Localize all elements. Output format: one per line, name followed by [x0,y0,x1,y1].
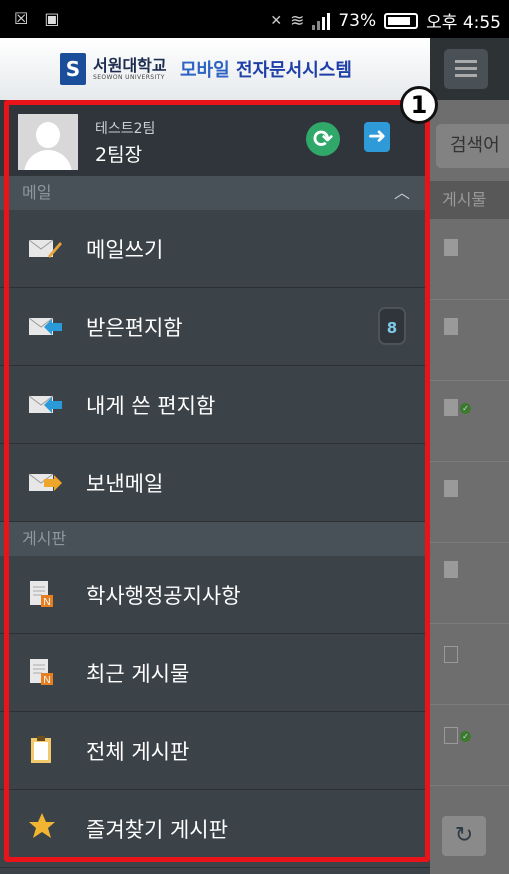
app-title: 모바일 전자문서시스템 [180,60,352,81]
wifi-icon: ≋ [290,10,305,31]
menu-item-inbox[interactable]: 받은편지함 8 [0,288,430,366]
svg-text:N: N [43,675,50,686]
menu-item-favorite-boards[interactable]: 즐겨찾기 게시판 [0,790,430,868]
column-header: 게시물 [430,181,509,219]
refresh-button[interactable]: ↻ [442,816,486,856]
notification-icon: ☒ [14,9,29,28]
notice-doc-icon: N [30,581,53,608]
document-icon [444,318,458,335]
avatar [18,114,78,170]
annotation-number: 1 [400,86,438,124]
signal-icon [312,12,331,30]
document-icon [444,646,458,663]
document-icon [444,727,458,744]
clock: 오후 4:55 [426,13,501,33]
list-item[interactable] [430,462,509,543]
sent-mail-icon [28,473,62,491]
university-name: 서원대학교 [93,56,167,75]
compose-mail-icon [28,239,62,258]
menu-item-recent-posts[interactable]: N 최근 게시물 [0,634,430,712]
menu-item-academic-notice[interactable]: N 학사행정공지사항 [0,556,430,634]
document-icon [444,480,458,497]
list-item[interactable] [430,219,509,300]
document-icon [444,561,458,578]
star-icon [29,813,55,838]
svg-text:N: N [43,597,50,608]
document-icon [444,399,458,416]
status-bar: ☒ ▣ ✕ ≋ 73% 오후 4:55 [0,0,509,38]
profile-header: 테스트2팀 2팀장 ⟳ ➜ [0,100,430,176]
menu-item-sent-mail[interactable]: 보낸메일 [0,444,430,522]
check-icon: ✓ [460,403,471,414]
battery-icon [384,12,419,29]
menu-item-compose-mail[interactable]: 메일쓰기 [0,210,430,288]
app-header: S 서원대학교 SEOWON UNIVERSITY 모바일 전자문서시스템 [0,38,430,100]
battery-percent: 73% [338,10,377,31]
inbox-icon [28,317,62,335]
mute-icon: ✕ [270,12,283,29]
list-item[interactable] [430,624,509,705]
navigation-drawer: 테스트2팀 2팀장 ⟳ ➜ 메일 ︿ 메일쓰기 받은편지함 8 내게 쓴 편지함 [0,100,430,874]
menu-item-self-mail[interactable]: 내게 쓴 편지함 [0,366,430,444]
clipboard-icon [31,736,51,763]
chevron-up-icon[interactable]: ︿ [394,176,410,210]
recent-doc-icon: N [30,659,53,686]
list-item[interactable]: ✓ [430,705,509,786]
image-notification-icon: ▣ [44,9,60,28]
sync-icon: ⟳ [312,125,334,153]
list-item[interactable] [430,543,509,624]
search-input[interactable]: 검색어 [436,124,509,168]
section-mail[interactable]: 메일 ︿ [0,176,430,210]
menu-item-all-boards[interactable]: 전체 게시판 [0,712,430,790]
university-name-english: SEOWON UNIVERSITY [93,74,165,81]
university-logo-mark: S [60,53,86,85]
document-icon [444,239,458,256]
list-item[interactable]: ✓ [430,381,509,462]
menu-button[interactable] [444,49,488,89]
sync-button[interactable]: ⟳ [306,122,340,156]
list-item[interactable] [430,300,509,381]
unread-count-badge: 8 [378,307,406,345]
team-name: 테스트2팀 [95,121,156,137]
background-page: 검색어 게시물 ✓ ✓ ↻ [430,38,509,874]
logout-icon: ➜ [367,124,387,149]
check-icon: ✓ [460,731,471,742]
self-mail-icon [28,395,62,413]
user-name: 2팀장 [95,144,143,166]
logout-button[interactable]: ➜ [364,122,390,152]
section-board: 게시판 [0,522,430,556]
